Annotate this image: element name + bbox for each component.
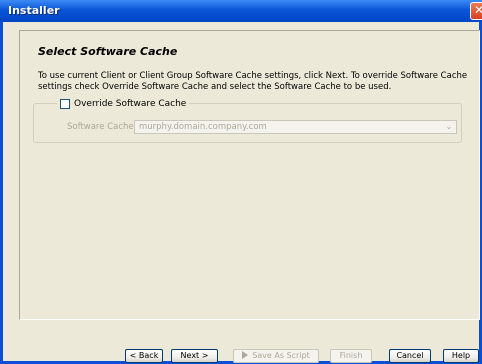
cancel-button[interactable]: Cancel xyxy=(389,349,431,363)
software-cache-label: Software Cache: xyxy=(67,122,137,132)
content-panel: Select Software Cache To use current Cli… xyxy=(19,30,480,320)
chevron-down-icon[interactable]: ⌄ xyxy=(443,122,455,132)
next-button[interactable]: Next > xyxy=(171,349,218,363)
override-checkbox[interactable] xyxy=(60,99,70,109)
title-bar[interactable]: Installer ✕ xyxy=(0,0,482,22)
play-icon xyxy=(242,351,249,359)
finish-button[interactable]: Finish xyxy=(330,349,372,363)
override-checkbox-row[interactable]: Override Software Cache xyxy=(57,98,190,110)
save-as-script-button[interactable]: Save As Script xyxy=(233,349,319,363)
software-cache-value: murphy.domain.company.com xyxy=(139,122,267,132)
help-button[interactable]: Help xyxy=(443,349,479,363)
close-button[interactable]: ✕ xyxy=(470,2,482,20)
close-icon: ✕ xyxy=(473,3,482,17)
override-checkbox-label: Override Software Cache xyxy=(74,99,187,109)
page-heading: Select Software Cache xyxy=(38,45,178,58)
save-as-script-label: Save As Script xyxy=(252,351,310,360)
window-title: Installer xyxy=(8,4,60,17)
installer-window: Installer ✕ Select Software Cache To use… xyxy=(0,0,482,364)
software-cache-select[interactable]: murphy.domain.company.com ⌄ xyxy=(134,120,457,134)
page-description: To use current Client or Client Group So… xyxy=(38,71,468,92)
back-button[interactable]: < Back xyxy=(125,349,163,363)
